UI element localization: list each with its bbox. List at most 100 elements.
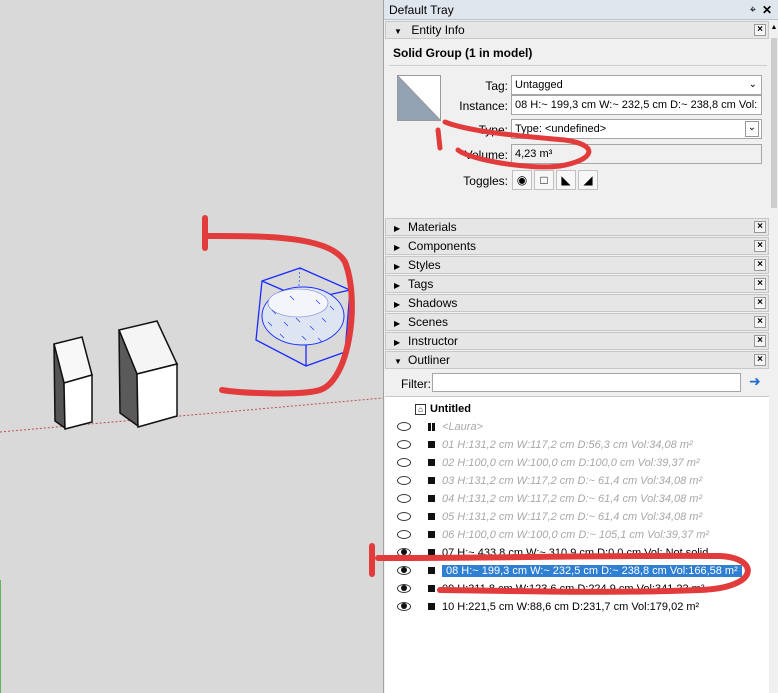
group-icon — [428, 567, 435, 574]
close-icon[interactable]: × — [754, 297, 766, 309]
panel-title: Tags — [408, 277, 434, 291]
group-icon — [428, 531, 435, 538]
close-icon[interactable]: × — [754, 278, 766, 290]
visibility-eye-icon[interactable] — [397, 512, 411, 521]
panel-title: Instructor — [408, 334, 459, 348]
outliner-panel: Filter: ➜ ⌂ Untitled <Laura> 01 H:131,2 cm… — [385, 372, 769, 693]
visibility-eye-icon[interactable] — [397, 494, 411, 503]
outliner-row-label: 06 H:100,0 cm W:100,0 cm D:~ 105,1 cm Vo… — [442, 529, 710, 541]
group-icon — [428, 585, 435, 592]
viewport-canvas — [0, 267, 383, 693]
outliner-row[interactable]: 03 H:131,2 cm W:117,2 cm D:~ 61,4 cm Vol… — [442, 472, 702, 490]
tag-value: Untagged — [515, 79, 563, 91]
collapsed-triangle-icon: ▶ — [394, 262, 401, 271]
visibility-eye-icon[interactable] — [397, 584, 411, 593]
small-box[interactable] — [53, 336, 93, 430]
volume-field: 4,23 m³ — [511, 144, 762, 164]
tray-title: Default Tray — [389, 3, 454, 17]
scroll-up-icon[interactable]: ▲ — [770, 24, 778, 34]
collapsed-triangle-icon: ▶ — [394, 281, 401, 290]
model-viewport[interactable] — [0, 0, 383, 693]
instance-value: 08 H:~ 199,3 cm W:~ 232,5 cm D:~ 238,8 c… — [515, 99, 758, 111]
visibility-eye-icon[interactable] — [397, 458, 411, 467]
collapsed-triangle-icon: ▶ — [394, 243, 401, 252]
outliner-row-label: 08 H:~ 199,3 cm W:~ 232,5 cm D:~ 238,8 c… — [442, 565, 742, 577]
tag-label: Tag: — [485, 79, 508, 93]
visibility-eye-icon[interactable] — [397, 476, 411, 485]
tree-root[interactable]: ⌂ Untitled — [415, 400, 471, 418]
close-icon[interactable]: × — [754, 259, 766, 271]
visibility-eye-icon[interactable] — [397, 422, 411, 431]
visibility-eye-icon[interactable]: ◉ — [512, 170, 532, 190]
cast-shadows-icon[interactable]: ◢ — [578, 170, 598, 190]
instance-field[interactable]: 08 H:~ 199,3 cm W:~ 232,5 cm D:~ 238,8 c… — [511, 95, 762, 115]
filter-input[interactable] — [432, 373, 741, 392]
panel-header-materials[interactable]: ▶ Materials × — [385, 218, 769, 236]
pin-icon[interactable]: ⌖ — [750, 0, 756, 20]
close-icon[interactable]: × — [754, 354, 766, 366]
collapsed-triangle-icon: ▶ — [394, 319, 401, 328]
outliner-row-label: 07 H:~ 433,8 cm W:~ 310,9 cm D:0,0 cm Vo… — [442, 547, 709, 559]
close-icon[interactable]: × — [754, 24, 766, 36]
type-label: Type: — [478, 123, 508, 137]
collapsed-triangle-icon: ▶ — [394, 300, 401, 309]
panel-header-tags[interactable]: ▶ Tags × — [385, 275, 769, 293]
toggles-group: ◉ □ ◣ ◢ — [512, 170, 598, 190]
group-icon — [428, 513, 435, 520]
panel-header-instructor[interactable]: ▶ Instructor × — [385, 332, 769, 350]
outliner-row[interactable]: 10 H:221,5 cm W:88,6 cm D:231,7 cm Vol:1… — [442, 598, 699, 616]
instance-label: Instance: — [459, 99, 508, 113]
panel-title: Scenes — [408, 315, 449, 329]
outliner-row[interactable]: 02 H:100,0 cm W:100,0 cm D:100,0 cm Vol:… — [442, 454, 700, 472]
selected-solid-group[interactable] — [255, 267, 351, 367]
outliner-row[interactable]: 09 H:311,8 cm W:123,6 cm D:224,9 cm Vol:… — [442, 580, 705, 598]
type-dropdown[interactable]: Type: <undefined> ⌄ — [511, 119, 762, 139]
panel-header-styles[interactable]: ▶ Styles × — [385, 256, 769, 274]
volume-label: Volume: — [464, 148, 508, 162]
outliner-tree: ⌂ Untitled <Laura> 01 H:131,2 cm W:117,2 c… — [385, 396, 769, 693]
chevron-down-icon: ⌄ — [748, 79, 757, 90]
visibility-eye-icon[interactable] — [397, 602, 411, 611]
model-icon: ⌂ — [415, 403, 426, 415]
outliner-row[interactable]: 08 H:~ 199,3 cm W:~ 232,5 cm D:~ 238,8 c… — [442, 562, 742, 580]
close-icon[interactable]: × — [754, 240, 766, 252]
group-icon — [428, 549, 435, 556]
close-icon[interactable]: ✕ — [762, 0, 772, 20]
visibility-eye-icon[interactable] — [397, 440, 411, 449]
close-icon[interactable]: × — [754, 335, 766, 347]
panel-header-outliner[interactable]: ▼ Outliner × — [385, 351, 769, 369]
visibility-eye-icon[interactable] — [397, 530, 411, 539]
expanded-triangle-icon: ▼ — [394, 27, 402, 36]
group-icon — [428, 441, 435, 448]
panel-header-shadows[interactable]: ▶ Shadows × — [385, 294, 769, 312]
visibility-eye-icon[interactable] — [397, 566, 411, 575]
type-value: Type: <undefined> — [515, 123, 607, 135]
outliner-row[interactable]: 01 H:131,2 cm W:117,2 cm D:56,3 cm Vol:3… — [442, 436, 693, 454]
panel-header-components[interactable]: ▶ Components × — [385, 237, 769, 255]
close-icon[interactable]: × — [754, 221, 766, 233]
outliner-row[interactable]: 04 H:131,2 cm W:117,2 cm D:~ 61,4 cm Vol… — [442, 490, 702, 508]
outliner-row[interactable]: <Laura> — [442, 418, 483, 436]
close-icon[interactable]: × — [754, 316, 766, 328]
outliner-row[interactable]: 06 H:100,0 cm W:100,0 cm D:~ 105,1 cm Vo… — [442, 526, 709, 544]
lock-icon[interactable]: □ — [534, 170, 554, 190]
filter-label: Filter: — [401, 377, 431, 391]
outliner-options-icon[interactable]: ➜ — [749, 373, 761, 390]
root-label: Untitled — [430, 403, 471, 415]
group-icon — [428, 459, 435, 466]
panel-title: Shadows — [408, 296, 458, 310]
panel-header-entity-info[interactable]: ▼ Entity Info × — [385, 21, 769, 39]
tray-scrollbar[interactable]: ▲ — [770, 20, 778, 693]
entity-info-panel: Solid Group (1 in model) Tag: Untagged ⌄… — [385, 40, 769, 216]
receive-shadows-icon[interactable]: ◣ — [556, 170, 576, 190]
outliner-row-label: 01 H:131,2 cm W:117,2 cm D:56,3 cm Vol:3… — [442, 439, 693, 451]
visibility-eye-icon[interactable] — [397, 548, 411, 557]
panel-header-scenes[interactable]: ▶ Scenes × — [385, 313, 769, 331]
scroll-thumb[interactable] — [771, 38, 777, 208]
tag-dropdown[interactable]: Untagged ⌄ — [511, 75, 762, 95]
outliner-row[interactable]: 05 H:131,2 cm W:117,2 cm D:~ 61,4 cm Vol… — [442, 508, 702, 526]
volume-value: 4,23 m³ — [515, 148, 553, 160]
component-icon — [428, 423, 436, 431]
outliner-row[interactable]: 07 H:~ 433,8 cm W:~ 310,9 cm D:0,0 cm Vo… — [442, 544, 708, 562]
large-box[interactable] — [117, 320, 179, 428]
